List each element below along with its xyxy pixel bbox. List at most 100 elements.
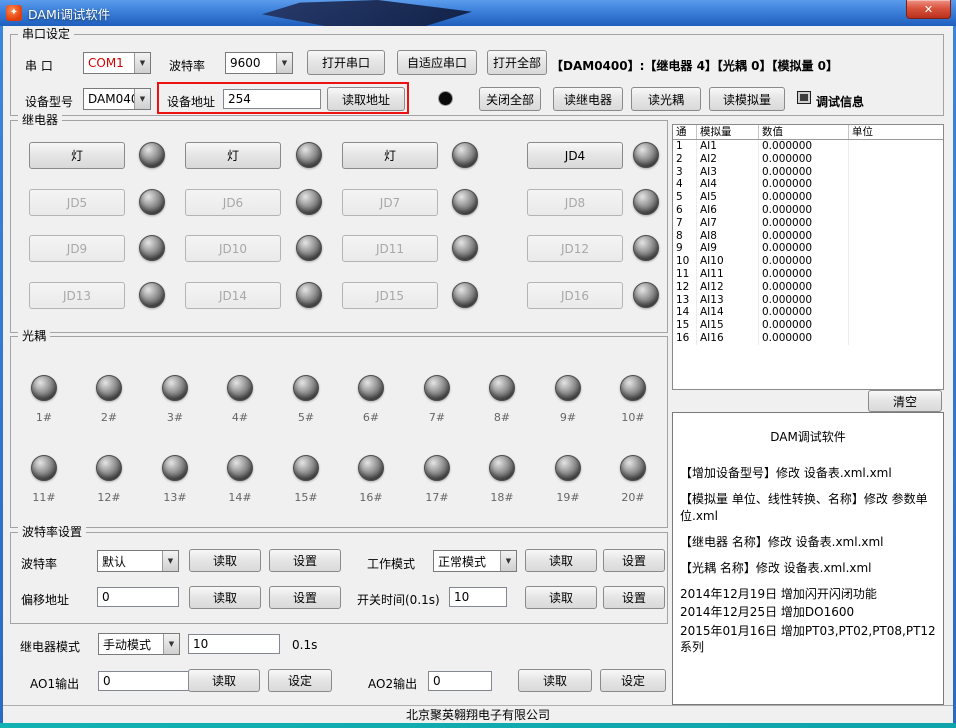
relay-indicator-9 [139, 235, 165, 261]
serial-port-select[interactable]: COM1 ▼ [83, 52, 151, 74]
relay-button-14[interactable]: JD14 [185, 282, 281, 309]
relay-group-title: 继电器 [18, 113, 62, 128]
relay-indicator-15 [452, 282, 478, 308]
table-row: 11AI110.000000 [673, 268, 943, 281]
relay-button-13[interactable]: JD13 [29, 282, 125, 309]
relay-button-9[interactable]: JD9 [29, 235, 125, 262]
work-mode-label: 工作模式 [367, 555, 415, 572]
log-panel[interactable]: DAM调试软件 【增加设备型号】修改 设备表.xml.xml 【模拟量 单位、线… [672, 412, 944, 705]
offset-read-button[interactable]: 读取 [189, 586, 261, 609]
baud-select[interactable]: 默认 ▼ [97, 550, 179, 572]
switch-time-read-button[interactable]: 读取 [525, 586, 597, 609]
baud-rate-select[interactable]: 9600 ▼ [225, 52, 293, 74]
app-window: ✦ DAMi调试软件 ✕ 串口设定 串 口 COM1 ▼ 波特率 9600 ▼ … [0, 0, 956, 728]
opto-indicator-20 [620, 455, 646, 481]
table-row: 6AI60.000000 [673, 204, 943, 217]
relay-button-3[interactable]: 灯 [342, 142, 438, 169]
close-button[interactable]: ✕ [906, 0, 951, 19]
relay-indicator-3 [452, 142, 478, 168]
relay-indicator-1 [139, 142, 165, 168]
titlebar: ✦ DAMi调试软件 ✕ [0, 0, 956, 26]
opto-label-2: 2# [86, 411, 132, 424]
ao1-set-button[interactable]: 设定 [268, 669, 332, 692]
opto-label-9: 9# [545, 411, 591, 424]
opto-indicator-3 [162, 375, 188, 401]
device-model-select[interactable]: DAM0400 ▼ [83, 88, 151, 110]
ao1-output-input[interactable] [98, 671, 190, 691]
read-address-button[interactable]: 读取地址 [327, 87, 405, 111]
opto-label-4: 4# [217, 411, 263, 424]
device-address-input[interactable] [223, 89, 321, 109]
relay-button-5[interactable]: JD5 [29, 189, 125, 216]
relay-indicator-6 [296, 189, 322, 215]
relay-indicator-11 [452, 235, 478, 261]
opto-label-1: 1# [21, 411, 67, 424]
device-summary: 【DAM0400】:【继电器 4】【光耦 0】【模拟量 0】 [551, 57, 838, 74]
baud-set-button[interactable]: 设置 [269, 549, 341, 572]
relay-button-11[interactable]: JD11 [342, 235, 438, 262]
offset-set-button[interactable]: 设置 [269, 586, 341, 609]
serial-port-label: 串 口 [25, 57, 53, 74]
baud-read-button[interactable]: 读取 [189, 549, 261, 572]
work-mode-select[interactable]: 正常模式 ▼ [433, 550, 517, 572]
relay-button-7[interactable]: JD7 [342, 189, 438, 216]
relay-button-4[interactable]: JD4 [527, 142, 623, 169]
relay-button-12[interactable]: JD12 [527, 235, 623, 262]
statusbar: 北京聚英翱翔电子有限公司 [3, 705, 953, 723]
relay-button-6[interactable]: JD6 [185, 189, 281, 216]
relay-button-10[interactable]: JD10 [185, 235, 281, 262]
relay-indicator-5 [139, 189, 165, 215]
relay-button-2[interactable]: 灯 [185, 142, 281, 169]
window-title: DAMi调试软件 [28, 4, 110, 23]
ao2-set-button[interactable]: 设定 [600, 669, 666, 692]
relay-button-1[interactable]: 灯 [29, 142, 125, 169]
chevron-down-icon: ▼ [134, 53, 150, 73]
table-header: 通 模拟量 数值 单位 [673, 125, 943, 140]
relay-button-15[interactable]: JD15 [342, 282, 438, 309]
open-all-button[interactable]: 打开全部 [487, 50, 547, 75]
relay-indicator-12 [633, 235, 659, 261]
work-mode-read-button[interactable]: 读取 [525, 549, 597, 572]
switch-time-set-button[interactable]: 设置 [603, 586, 665, 609]
opto-indicator-2 [96, 375, 122, 401]
debug-info-label: 调试信息 [816, 93, 864, 110]
table-row: 16AI160.000000 [673, 332, 943, 345]
baud-settings-title: 波特率设置 [18, 525, 86, 540]
opto-label-12: 12# [86, 491, 132, 504]
relay-button-8[interactable]: JD8 [527, 189, 623, 216]
clear-button[interactable]: 清空 [868, 390, 942, 412]
ao2-read-button[interactable]: 读取 [518, 669, 592, 692]
close-all-button[interactable]: 关闭全部 [479, 87, 541, 111]
relay-group: 继电器 灯 灯 灯 JD4 JD5 JD6 JD7 JD8 JD9 JD10 J… [10, 120, 668, 333]
relay-indicator-10 [296, 235, 322, 261]
table-row: 10AI100.000000 [673, 255, 943, 268]
opto-indicator-5 [293, 375, 319, 401]
opto-indicator-16 [358, 455, 384, 481]
ao2-output-input[interactable] [428, 671, 492, 691]
window-bottom-border [0, 723, 956, 728]
relay-mode-select[interactable]: 手动模式 ▼ [98, 633, 180, 655]
work-mode-set-button[interactable]: 设置 [603, 549, 665, 572]
relay-indicator-2 [296, 142, 322, 168]
relay-mode-time-input[interactable] [188, 634, 280, 654]
log-entry: 【模拟量 单位、线性转换、名称】修改 参数单位.xml [680, 491, 936, 523]
opto-indicator-10 [620, 375, 646, 401]
read-opto-button[interactable]: 读光耦 [631, 87, 701, 111]
ao1-read-button[interactable]: 读取 [188, 669, 260, 692]
switch-time-input[interactable] [449, 587, 507, 607]
relay-button-16[interactable]: JD16 [527, 282, 623, 309]
offset-address-input[interactable] [97, 587, 179, 607]
read-analog-button[interactable]: 读模拟量 [709, 87, 785, 111]
relay-indicator-4 [633, 142, 659, 168]
open-serial-button[interactable]: 打开串口 [307, 50, 385, 75]
table-row: 8AI80.000000 [673, 230, 943, 243]
table-row: 9AI90.000000 [673, 242, 943, 255]
read-relay-button[interactable]: 读继电器 [553, 87, 623, 111]
baud-label: 波特率 [21, 555, 57, 572]
changelog-entry: 2014年12月19日 增加闪开闪闭功能 [680, 586, 936, 602]
opto-label-20: 20# [610, 491, 656, 504]
adaptive-serial-button[interactable]: 自适应串口 [397, 50, 477, 75]
serial-group-title: 串口设定 [18, 27, 74, 42]
opto-indicator-13 [162, 455, 188, 481]
opto-indicator-1 [31, 375, 57, 401]
